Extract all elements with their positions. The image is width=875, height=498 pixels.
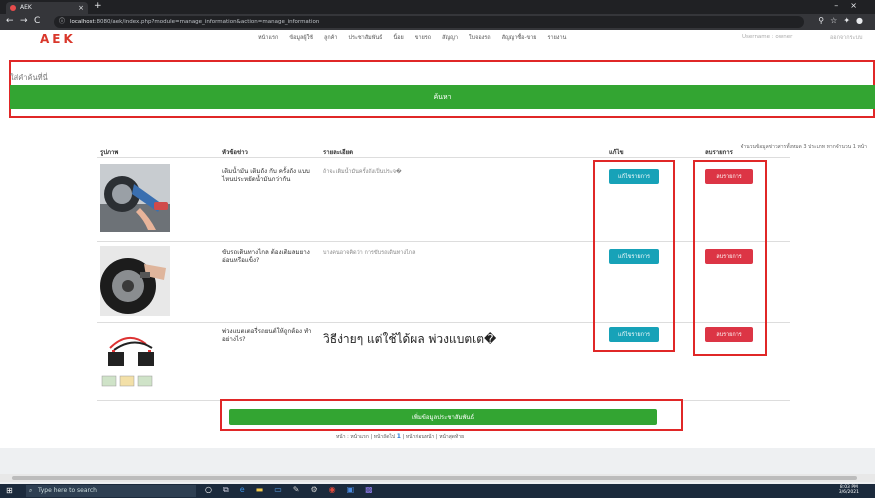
menu-item-4[interactable]: นิ้อย [393,34,403,42]
browser-tab[interactable]: AEK × [6,2,88,14]
news-thumbnail-battery [100,330,170,398]
taskbar-search-box[interactable]: ⌕ Type here to search [26,485,196,497]
reload-icon[interactable]: C [34,16,40,26]
menu-item-booking[interactable]: ใบจองรถ [469,34,491,42]
menu-item-customers[interactable]: ลูกค้า [324,34,337,42]
forward-icon[interactable]: → [20,16,28,26]
app-icon[interactable]: ▣ [347,485,355,495]
menu-item-contract[interactable]: สัญญา [442,34,458,42]
clock-date: 3/6/2021 [838,490,859,495]
news-thumbnail-tire [100,246,170,316]
url-path: :8080/aek/index.php?module=manage_inform… [94,19,320,25]
pager-current-page: 1 [396,433,401,440]
menu-item-report[interactable]: รายงาน [548,34,567,42]
news-title: เติมน้ำมัน เติมถัง กับ ครั้งถัง แบบไหนปร… [222,168,310,183]
browser-action-icons[interactable]: ⚲☆✦● [818,16,869,25]
chrome-icon[interactable]: ◉ [329,485,336,495]
news-detail: ถ้าจะเติมน้ำมันครั้งถังเป็นประจ� [323,169,402,175]
url-host: localhost [70,19,95,25]
task-view-icon[interactable]: ⧉ [223,485,229,495]
logout-link[interactable]: ออกจากระบบ [830,34,862,42]
browser-toolbar: ← → C ⓘ localhost:8080/aek/index.php?mod… [0,14,875,30]
col-header-image: รูปภาพ [100,149,119,156]
menu-item-home[interactable]: หน้าแรก [258,34,278,42]
col-header-title: หัวข้อข่าว [222,149,248,156]
delete-column-highlight-box [693,160,767,356]
scrollbar-thumb[interactable] [12,476,857,480]
tab-title: AEK [20,4,32,11]
browser-tab-bar: AEK × + –× [0,0,875,14]
new-tab-icon[interactable]: + [94,1,102,11]
store-icon[interactable]: ▭ [274,485,282,495]
edit-column-highlight-box [593,160,675,352]
site-logo[interactable]: AEK [40,32,76,46]
news-title: ขับรถเดินทางไกล ต้องเติมลมยางอ่อนหรือแข็… [222,249,310,264]
windows-taskbar: ⊞ ⌕ Type here to search ○ ⧉ e ▬ ▭ ✎ ⚙ ◉ … [0,484,875,498]
back-icon[interactable]: ← [6,16,14,26]
app-icon[interactable]: ⚙ [310,485,317,495]
info-icon: ⓘ [59,18,66,25]
username-label: Username : owner [742,34,793,40]
search-button[interactable]: ค้นหา [10,85,875,109]
news-thumbnail-fuel [100,164,170,232]
col-header-delete: ลบรายการ [705,149,733,156]
news-detail: วิธีง่ายๆ แต่ใช้ได้ผล พ่วงแบตเต� [323,332,497,346]
app-icon[interactable]: ▩ [365,485,373,495]
menu-item-sale-contract[interactable]: สัญญาซื้อ-ขาย [502,34,537,42]
search-input[interactable] [10,70,875,84]
horizontal-scrollbar[interactable] [0,474,875,482]
add-news-button[interactable]: เพิ่มข้อมูลประชาสัมพันธ์ [229,409,657,425]
main-menu: หน้าแรก ข้อมูลผู้ใช้ ลูกค้า ประชาสัมพันธ… [258,34,566,42]
taskbar-app-icons: ○ ⧉ e ▬ ▭ ✎ ⚙ ◉ ▣ ▩ [205,485,373,495]
cortana-icon[interactable]: ○ [205,485,212,495]
favicon-icon [10,5,16,11]
news-title: พ่วงแบตเตอรี่รถยนต์ให้ถูกต้อง ทำอย่างไร? [222,328,312,343]
address-bar[interactable]: ⓘ localhost:8080/aek/index.php?module=ma… [54,16,804,28]
col-header-edit: แก้ไข [609,149,624,156]
file-explorer-icon[interactable]: ▬ [256,485,264,495]
window-controls[interactable]: –× [834,1,869,10]
divider [97,322,790,323]
pager-links-after[interactable]: | หน้าก่อนหน้า | หน้าสุดท้าย [403,434,464,440]
pagination: หน้า : หน้าแรก | หน้าถัดไป 1 | หน้าก่อนห… [336,433,464,441]
windows-start-icon[interactable]: ⊞ [6,486,13,495]
taskbar-clock[interactable]: 8:03 PM 3/6/2021 [839,485,859,495]
taskbar-search-placeholder: Type here to search [38,487,97,494]
divider [97,157,790,158]
news-detail: บางคนอาจคิดว่า การขับรถเดินทางไกล [323,250,416,256]
menu-item-users[interactable]: ข้อมูลผู้ใช้ [289,34,313,42]
divider [97,241,790,242]
site-navbar: AEK หน้าแรก ข้อมูลผู้ใช้ ลูกค้า ประชาสัม… [0,30,875,58]
close-tab-icon[interactable]: × [78,2,84,14]
col-header-detail: รายละเอียด [323,149,354,156]
pager-links[interactable]: หน้า : หน้าแรก | หน้าถัดไป [336,434,395,440]
menu-item-news[interactable]: ประชาสัมพันธ์ [348,34,382,42]
menu-item-sell[interactable]: ขายรถ [415,34,431,42]
edge-icon[interactable]: e [240,485,245,495]
search-icon: ⌕ [29,487,33,494]
app-icon[interactable]: ✎ [293,485,300,495]
record-count-info: จำนวนข้อมูลข่าวสารทั้งหมด 3 ประเภท หากจำ… [740,144,867,150]
page-footer-area [0,448,875,488]
